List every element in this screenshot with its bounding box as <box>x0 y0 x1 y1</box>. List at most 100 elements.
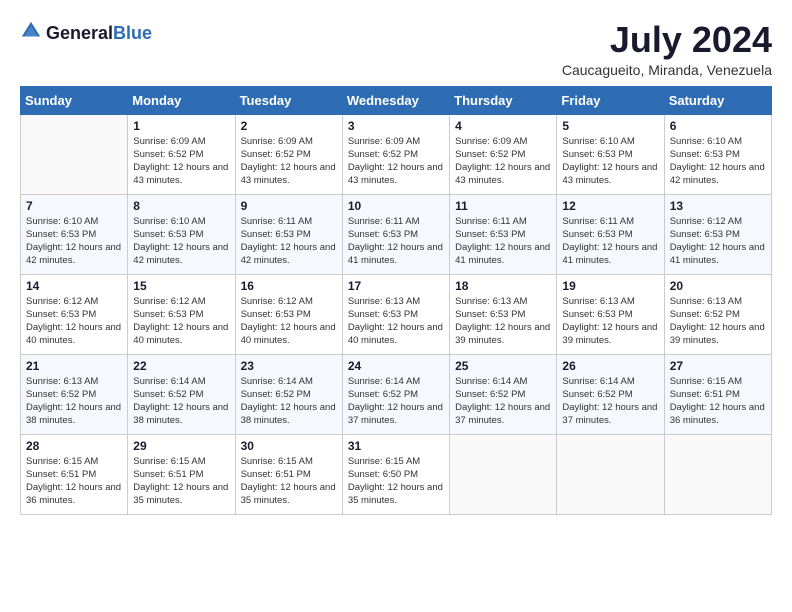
day-info: Sunrise: 6:11 AM Sunset: 6:53 PM Dayligh… <box>562 215 658 268</box>
weekday-header-sunday: Sunday <box>21 86 128 114</box>
day-info: Sunrise: 6:15 AM Sunset: 6:51 PM Dayligh… <box>241 455 337 508</box>
day-info: Sunrise: 6:10 AM Sunset: 6:53 PM Dayligh… <box>670 135 766 188</box>
day-number: 26 <box>562 359 658 373</box>
calendar-cell <box>450 434 557 514</box>
day-info: Sunrise: 6:12 AM Sunset: 6:53 PM Dayligh… <box>133 295 229 348</box>
day-number: 3 <box>348 119 444 133</box>
calendar-cell: 14 Sunrise: 6:12 AM Sunset: 6:53 PM Dayl… <box>21 274 128 354</box>
day-number: 5 <box>562 119 658 133</box>
day-info: Sunrise: 6:11 AM Sunset: 6:53 PM Dayligh… <box>241 215 337 268</box>
calendar-week-row: 1 Sunrise: 6:09 AM Sunset: 6:52 PM Dayli… <box>21 114 772 194</box>
logo-icon <box>20 20 42 47</box>
day-number: 7 <box>26 199 122 213</box>
calendar-cell: 25 Sunrise: 6:14 AM Sunset: 6:52 PM Dayl… <box>450 354 557 434</box>
day-info: Sunrise: 6:09 AM Sunset: 6:52 PM Dayligh… <box>455 135 551 188</box>
day-info: Sunrise: 6:14 AM Sunset: 6:52 PM Dayligh… <box>348 375 444 428</box>
day-number: 30 <box>241 439 337 453</box>
day-info: Sunrise: 6:13 AM Sunset: 6:53 PM Dayligh… <box>562 295 658 348</box>
calendar-cell: 21 Sunrise: 6:13 AM Sunset: 6:52 PM Dayl… <box>21 354 128 434</box>
calendar-week-row: 7 Sunrise: 6:10 AM Sunset: 6:53 PM Dayli… <box>21 194 772 274</box>
weekday-header-friday: Friday <box>557 86 664 114</box>
day-info: Sunrise: 6:10 AM Sunset: 6:53 PM Dayligh… <box>562 135 658 188</box>
day-number: 22 <box>133 359 229 373</box>
calendar-cell <box>664 434 771 514</box>
day-info: Sunrise: 6:11 AM Sunset: 6:53 PM Dayligh… <box>348 215 444 268</box>
day-number: 19 <box>562 279 658 293</box>
day-info: Sunrise: 6:15 AM Sunset: 6:50 PM Dayligh… <box>348 455 444 508</box>
day-number: 4 <box>455 119 551 133</box>
calendar-cell: 7 Sunrise: 6:10 AM Sunset: 6:53 PM Dayli… <box>21 194 128 274</box>
day-info: Sunrise: 6:15 AM Sunset: 6:51 PM Dayligh… <box>133 455 229 508</box>
day-number: 6 <box>670 119 766 133</box>
calendar-cell: 10 Sunrise: 6:11 AM Sunset: 6:53 PM Dayl… <box>342 194 449 274</box>
calendar-cell: 31 Sunrise: 6:15 AM Sunset: 6:50 PM Dayl… <box>342 434 449 514</box>
page-header: GeneralBlue July 2024 Caucagueito, Miran… <box>20 20 772 78</box>
title-block: July 2024 Caucagueito, Miranda, Venezuel… <box>562 20 772 78</box>
calendar-week-row: 14 Sunrise: 6:12 AM Sunset: 6:53 PM Dayl… <box>21 274 772 354</box>
calendar-cell <box>21 114 128 194</box>
day-number: 24 <box>348 359 444 373</box>
calendar-cell: 13 Sunrise: 6:12 AM Sunset: 6:53 PM Dayl… <box>664 194 771 274</box>
location-subtitle: Caucagueito, Miranda, Venezuela <box>562 62 772 78</box>
calendar-cell: 19 Sunrise: 6:13 AM Sunset: 6:53 PM Dayl… <box>557 274 664 354</box>
calendar-cell: 5 Sunrise: 6:10 AM Sunset: 6:53 PM Dayli… <box>557 114 664 194</box>
calendar-cell: 16 Sunrise: 6:12 AM Sunset: 6:53 PM Dayl… <box>235 274 342 354</box>
calendar-cell: 17 Sunrise: 6:13 AM Sunset: 6:53 PM Dayl… <box>342 274 449 354</box>
day-info: Sunrise: 6:09 AM Sunset: 6:52 PM Dayligh… <box>133 135 229 188</box>
day-number: 18 <box>455 279 551 293</box>
calendar-cell: 2 Sunrise: 6:09 AM Sunset: 6:52 PM Dayli… <box>235 114 342 194</box>
calendar-cell: 11 Sunrise: 6:11 AM Sunset: 6:53 PM Dayl… <box>450 194 557 274</box>
month-year-title: July 2024 <box>562 20 772 60</box>
calendar-cell: 18 Sunrise: 6:13 AM Sunset: 6:53 PM Dayl… <box>450 274 557 354</box>
calendar-week-row: 21 Sunrise: 6:13 AM Sunset: 6:52 PM Dayl… <box>21 354 772 434</box>
calendar-cell: 24 Sunrise: 6:14 AM Sunset: 6:52 PM Dayl… <box>342 354 449 434</box>
day-info: Sunrise: 6:13 AM Sunset: 6:52 PM Dayligh… <box>670 295 766 348</box>
day-info: Sunrise: 6:12 AM Sunset: 6:53 PM Dayligh… <box>241 295 337 348</box>
day-info: Sunrise: 6:10 AM Sunset: 6:53 PM Dayligh… <box>26 215 122 268</box>
day-info: Sunrise: 6:10 AM Sunset: 6:53 PM Dayligh… <box>133 215 229 268</box>
calendar-cell: 29 Sunrise: 6:15 AM Sunset: 6:51 PM Dayl… <box>128 434 235 514</box>
day-number: 13 <box>670 199 766 213</box>
day-number: 12 <box>562 199 658 213</box>
day-number: 29 <box>133 439 229 453</box>
day-info: Sunrise: 6:13 AM Sunset: 6:53 PM Dayligh… <box>348 295 444 348</box>
calendar-cell: 22 Sunrise: 6:14 AM Sunset: 6:52 PM Dayl… <box>128 354 235 434</box>
calendar-cell: 9 Sunrise: 6:11 AM Sunset: 6:53 PM Dayli… <box>235 194 342 274</box>
logo: GeneralBlue <box>20 20 152 47</box>
day-number: 8 <box>133 199 229 213</box>
calendar-cell: 8 Sunrise: 6:10 AM Sunset: 6:53 PM Dayli… <box>128 194 235 274</box>
day-number: 25 <box>455 359 551 373</box>
calendar-cell <box>557 434 664 514</box>
calendar-cell: 3 Sunrise: 6:09 AM Sunset: 6:52 PM Dayli… <box>342 114 449 194</box>
calendar-cell: 28 Sunrise: 6:15 AM Sunset: 6:51 PM Dayl… <box>21 434 128 514</box>
day-number: 28 <box>26 439 122 453</box>
day-number: 27 <box>670 359 766 373</box>
calendar-cell: 1 Sunrise: 6:09 AM Sunset: 6:52 PM Dayli… <box>128 114 235 194</box>
day-number: 14 <box>26 279 122 293</box>
day-number: 15 <box>133 279 229 293</box>
calendar-cell: 4 Sunrise: 6:09 AM Sunset: 6:52 PM Dayli… <box>450 114 557 194</box>
calendar-cell: 15 Sunrise: 6:12 AM Sunset: 6:53 PM Dayl… <box>128 274 235 354</box>
day-info: Sunrise: 6:15 AM Sunset: 6:51 PM Dayligh… <box>670 375 766 428</box>
day-info: Sunrise: 6:15 AM Sunset: 6:51 PM Dayligh… <box>26 455 122 508</box>
day-info: Sunrise: 6:09 AM Sunset: 6:52 PM Dayligh… <box>348 135 444 188</box>
day-info: Sunrise: 6:09 AM Sunset: 6:52 PM Dayligh… <box>241 135 337 188</box>
calendar-cell: 6 Sunrise: 6:10 AM Sunset: 6:53 PM Dayli… <box>664 114 771 194</box>
day-number: 2 <box>241 119 337 133</box>
weekday-header-saturday: Saturday <box>664 86 771 114</box>
weekday-header-monday: Monday <box>128 86 235 114</box>
day-info: Sunrise: 6:14 AM Sunset: 6:52 PM Dayligh… <box>133 375 229 428</box>
day-number: 21 <box>26 359 122 373</box>
day-number: 31 <box>348 439 444 453</box>
day-number: 23 <box>241 359 337 373</box>
day-number: 20 <box>670 279 766 293</box>
calendar-cell: 30 Sunrise: 6:15 AM Sunset: 6:51 PM Dayl… <box>235 434 342 514</box>
day-number: 1 <box>133 119 229 133</box>
day-info: Sunrise: 6:11 AM Sunset: 6:53 PM Dayligh… <box>455 215 551 268</box>
logo-general-text: GeneralBlue <box>46 24 152 44</box>
day-number: 9 <box>241 199 337 213</box>
day-info: Sunrise: 6:13 AM Sunset: 6:53 PM Dayligh… <box>455 295 551 348</box>
weekday-header-wednesday: Wednesday <box>342 86 449 114</box>
calendar-cell: 26 Sunrise: 6:14 AM Sunset: 6:52 PM Dayl… <box>557 354 664 434</box>
calendar-cell: 12 Sunrise: 6:11 AM Sunset: 6:53 PM Dayl… <box>557 194 664 274</box>
